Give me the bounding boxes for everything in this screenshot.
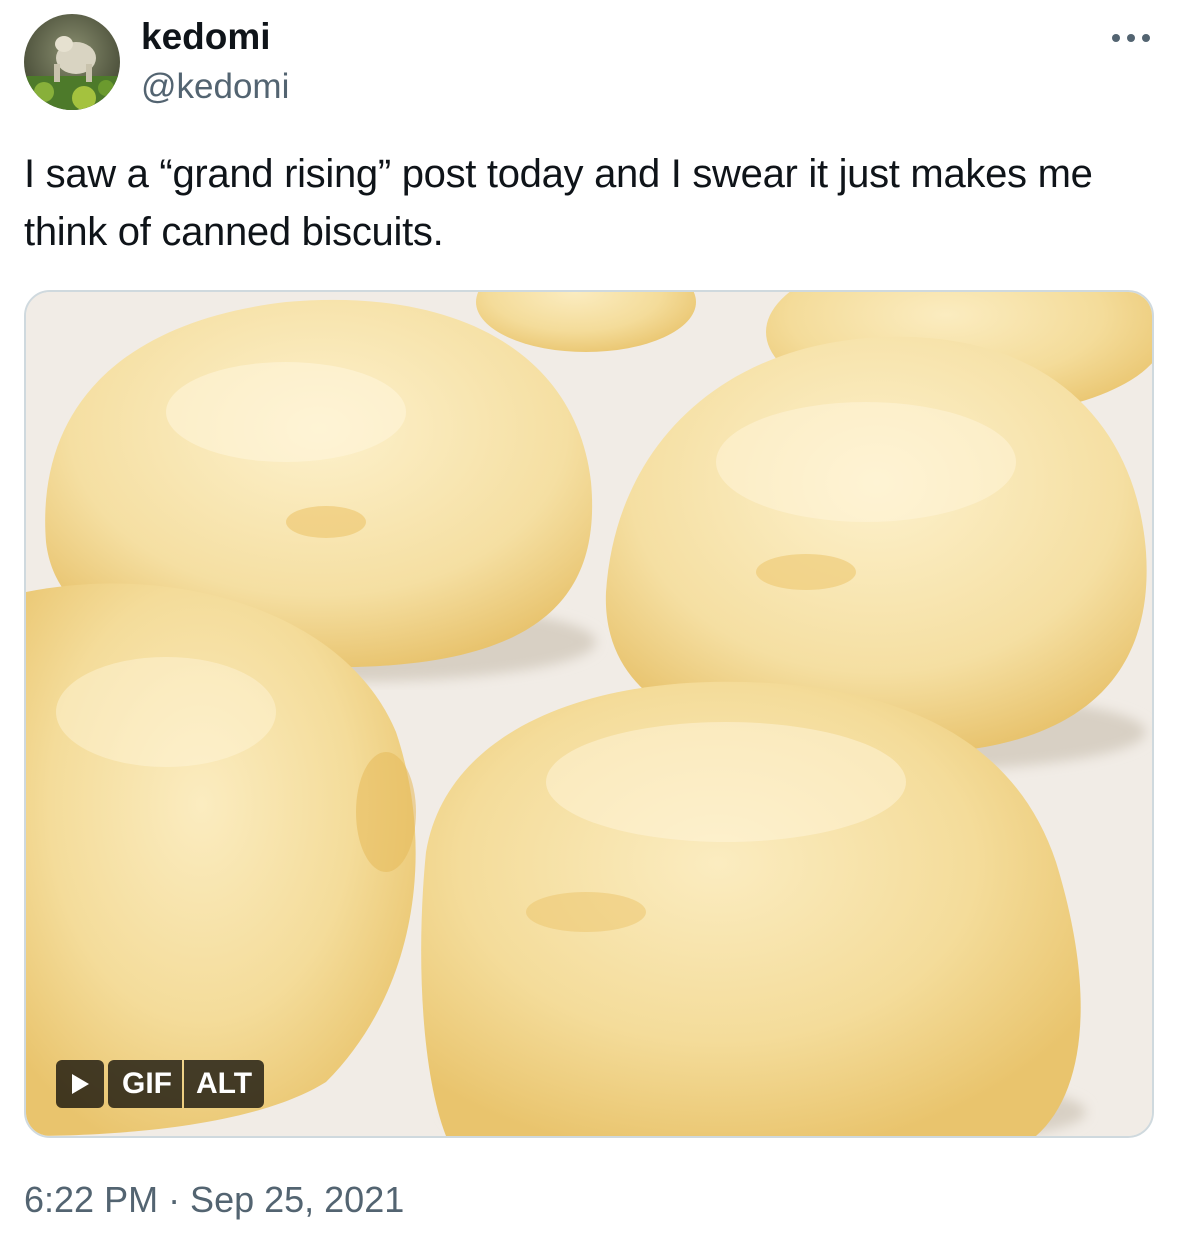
media-badges: GIF ALT	[56, 1060, 265, 1108]
tweet-text: I saw a “grand rising” post today and I …	[24, 152, 1093, 254]
alt-text-button[interactable]: ALT	[184, 1060, 265, 1108]
display-name[interactable]: kedomi	[141, 14, 271, 60]
tweet-media-gif[interactable]: GIF ALT	[24, 290, 1154, 1138]
more-horizontal-icon[interactable]	[1104, 18, 1164, 58]
play-icon[interactable]	[56, 1060, 104, 1108]
tweet-timestamp[interactable]: 6:22 PM · Sep 25, 2021	[24, 1176, 404, 1224]
biscuits-image	[26, 292, 1152, 1136]
gif-badge: GIF	[108, 1060, 182, 1108]
tweet: kedomi @kedomi I saw a “grand rising” po…	[0, 0, 1200, 1251]
handle[interactable]: @kedomi	[141, 64, 289, 110]
avatar[interactable]	[24, 14, 120, 110]
